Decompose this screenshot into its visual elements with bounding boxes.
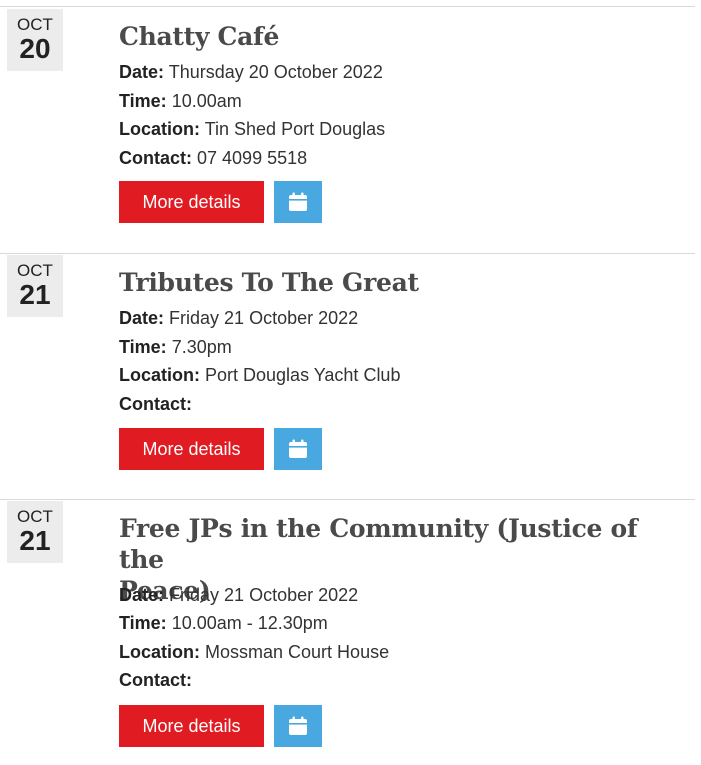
contact-label: Contact: (119, 394, 192, 414)
more-details-button[interactable]: More details (119, 181, 264, 223)
location-value: Mossman Court House (205, 642, 390, 662)
contact-value: 07 4099 5518 (197, 148, 308, 168)
event-contact-row: Contact: 07 4099 5518 (119, 147, 307, 169)
add-to-calendar-button[interactable] (274, 705, 322, 747)
location-value: Port Douglas Yacht Club (205, 365, 401, 385)
date-badge: OCT 21 (7, 255, 63, 317)
time-label: Time: (119, 613, 167, 633)
event-date-row: Date: Friday 21 October 2022 (119, 584, 358, 606)
add-to-calendar-button[interactable] (274, 181, 322, 223)
date-value: Friday 21 October 2022 (169, 585, 359, 605)
date-label: Date: (119, 308, 165, 328)
event-location-row: Location: Port Douglas Yacht Club (119, 364, 400, 386)
date-day: 21 (19, 279, 51, 310)
event-date-row: Date: Friday 21 October 2022 (119, 307, 358, 329)
event-time-row: Time: 10.00am - 12.30pm (119, 612, 328, 634)
date-value: Thursday 20 October 2022 (168, 62, 383, 82)
event-title[interactable]: Tributes To The Great (119, 267, 679, 298)
event-contact-row: Contact: (119, 669, 192, 691)
time-label: Time: (119, 337, 167, 357)
time-label: Time: (119, 91, 167, 111)
date-day: 21 (19, 525, 51, 556)
event-location-row: Location: Mossman Court House (119, 641, 389, 663)
date-day: 20 (19, 33, 51, 64)
divider (0, 253, 695, 254)
time-value: 10.00am (171, 91, 242, 111)
divider (0, 499, 695, 500)
time-value: 7.30pm (171, 337, 232, 357)
contact-label: Contact: (119, 148, 192, 168)
location-label: Location: (119, 365, 200, 385)
date-badge: OCT 20 (7, 9, 63, 71)
date-label: Date: (119, 585, 165, 605)
more-details-button[interactable]: More details (119, 705, 264, 747)
event-time-row: Time: 7.30pm (119, 336, 232, 358)
date-month: OCT (17, 261, 53, 280)
add-to-calendar-button[interactable] (274, 428, 322, 470)
date-value: Friday 21 October 2022 (169, 308, 359, 328)
event-contact-row: Contact: (119, 393, 192, 415)
calendar-icon (289, 439, 307, 458)
event-time-row: Time: 10.00am (119, 90, 242, 112)
date-label: Date: (119, 62, 165, 82)
date-month: OCT (17, 15, 53, 34)
calendar-icon (289, 716, 307, 735)
location-label: Location: (119, 642, 200, 662)
location-value: Tin Shed Port Douglas (204, 119, 386, 139)
event-date-row: Date: Thursday 20 October 2022 (119, 61, 383, 83)
event-title[interactable]: Chatty Café (119, 21, 679, 52)
time-value: 10.00am - 12.30pm (171, 613, 328, 633)
more-details-button[interactable]: More details (119, 428, 264, 470)
date-badge: OCT 21 (7, 501, 63, 563)
divider (0, 6, 695, 7)
location-label: Location: (119, 119, 200, 139)
contact-label: Contact: (119, 670, 192, 690)
event-location-row: Location: Tin Shed Port Douglas (119, 118, 385, 140)
calendar-icon (289, 192, 307, 211)
date-month: OCT (17, 507, 53, 526)
event-title-line: Free JPs in the Community (Justice of th… (119, 514, 638, 574)
